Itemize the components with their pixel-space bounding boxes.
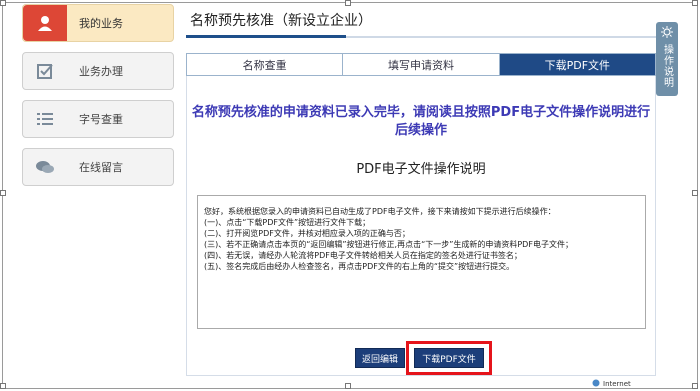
resize-handle[interactable] (692, 190, 698, 196)
resize-handle[interactable] (0, 190, 6, 196)
sun-icon (661, 26, 673, 41)
resize-handle[interactable] (345, 0, 351, 6)
sidebar-item-label: 业务办理 (79, 65, 123, 78)
completion-notice: 名称预先核准的申请资料已录入完毕，请阅读且按照PDF电子文件操作说明进行后续操作 (191, 105, 651, 138)
resize-handle[interactable] (0, 383, 6, 389)
tab-fill-application[interactable]: 填写申请资料 (343, 54, 500, 75)
resize-handle[interactable] (692, 0, 698, 6)
sidebar-item-name-check[interactable]: 字号查重 (22, 100, 174, 138)
tab-download-pdf[interactable]: 下载PDF文件 (499, 54, 655, 75)
instruction-line: (二)、打开阅览PDF文件，并核对相应录入项的正确与否； (204, 229, 410, 238)
checkbox-icon (23, 53, 67, 89)
help-label: 操作说明 (661, 44, 673, 88)
tab-name-check[interactable]: 名称查重 (187, 54, 344, 75)
instruction-line: 您好，系统根据您录入的申请资料已自动生成了PDF电子文件，接下来请按如下提示进行… (204, 207, 556, 216)
chat-icon (23, 149, 67, 185)
security-zone-label: Internet (603, 380, 631, 388)
sidebar-item-business-handling[interactable]: 业务办理 (22, 52, 174, 90)
instructions-box: 您好，系统根据您录入的申请资料已自动生成了PDF电子文件，接下来请按如下提示进行… (197, 195, 646, 329)
page-title: 名称预先核准（新设立企业） (190, 13, 372, 29)
step-tabs: 名称查重 填写申请资料 下载PDF文件 (186, 53, 656, 76)
resize-handle[interactable] (345, 383, 351, 389)
instruction-line: (四)、若无误，请经办人轮流将PDF电子文件转给相关人员在指定的签名处进行证书签… (204, 251, 522, 260)
user-icon (23, 5, 67, 41)
sidebar: 我的业务 业务办理 字号查重 在线留言 (22, 4, 174, 196)
instruction-line: (一)、点击“下载PDF文件”按钮进行文件下载； (204, 218, 371, 227)
sidebar-item-online-message[interactable]: 在线留言 (22, 148, 174, 186)
sidebar-item-label: 字号查重 (79, 113, 123, 126)
status-bar: Internet (540, 379, 696, 389)
download-pdf-button[interactable]: 下载PDF文件 (414, 348, 484, 368)
sidebar-item-label: 在线留言 (79, 161, 123, 174)
sidebar-item-label: 我的业务 (79, 17, 123, 30)
globe-icon (592, 379, 600, 389)
instruction-line: (五)、签名完成后由经办人检查签名，再点击PDF文件的右上角的“提交”按钮进行提… (204, 262, 515, 271)
sidebar-item-my-business[interactable]: 我的业务 (22, 4, 174, 42)
help-tab[interactable]: 操作说明 (656, 22, 678, 96)
resize-handle[interactable] (0, 0, 6, 6)
back-edit-button[interactable]: 返回编辑 (355, 348, 405, 368)
instruction-line: (三)、若不正确请点击本页的“返回编辑”按钮进行修正,再点击“下一步”生成新的申… (204, 240, 573, 249)
pdf-instructions-heading: PDF电子文件操作说明 (356, 162, 486, 177)
list-icon (23, 101, 67, 137)
divider-accent (186, 35, 346, 38)
